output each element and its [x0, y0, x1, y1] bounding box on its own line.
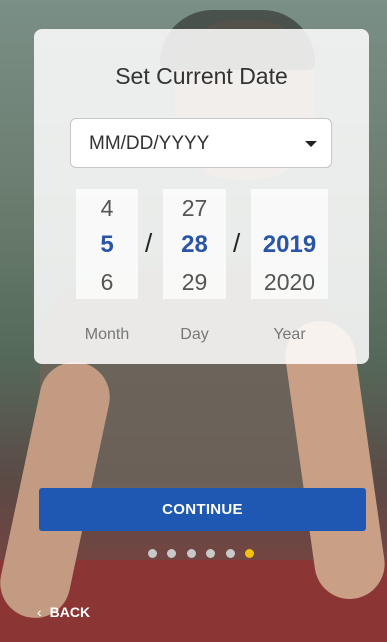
page-dot [206, 549, 215, 558]
year-option[interactable]: 2020 [251, 269, 328, 296]
month-option[interactable]: 6 [76, 269, 138, 296]
day-option[interactable]: 27 [163, 195, 226, 222]
year-picker[interactable]: 2019 2020 [251, 189, 328, 299]
continue-button[interactable]: CONTINUE [39, 488, 366, 531]
date-separator: / [233, 228, 241, 258]
page-dot [148, 549, 157, 558]
back-label: BACK [49, 604, 91, 620]
date-separator: / [145, 228, 153, 258]
page-dot [187, 549, 196, 558]
day-picker[interactable]: 27 28 29 [163, 189, 226, 299]
month-label: Month [84, 326, 130, 343]
back-button[interactable]: ‹ BACK [37, 604, 90, 620]
page-dot-active [245, 549, 254, 558]
date-card: Set Current Date MM/DD/YYYY 4 5 6 / 27 2… [34, 29, 369, 364]
card-title: Set Current Date [115, 63, 288, 89]
caret-down-icon [305, 141, 317, 147]
page-dot [226, 549, 235, 558]
month-selected[interactable]: 5 [76, 231, 138, 259]
chevron-left-icon: ‹ [37, 604, 42, 620]
year-selected[interactable]: 2019 [251, 231, 328, 259]
date-format-select[interactable]: MM/DD/YYYY [70, 118, 332, 168]
month-option[interactable]: 4 [76, 195, 138, 222]
day-label: Day [180, 326, 209, 343]
page-dot [167, 549, 176, 558]
year-label: Year [273, 326, 306, 343]
page-indicator [148, 549, 258, 561]
day-selected[interactable]: 28 [163, 231, 226, 259]
date-format-value: MM/DD/YYYY [89, 133, 210, 154]
day-option[interactable]: 29 [163, 269, 226, 296]
month-picker[interactable]: 4 5 6 [76, 189, 138, 299]
